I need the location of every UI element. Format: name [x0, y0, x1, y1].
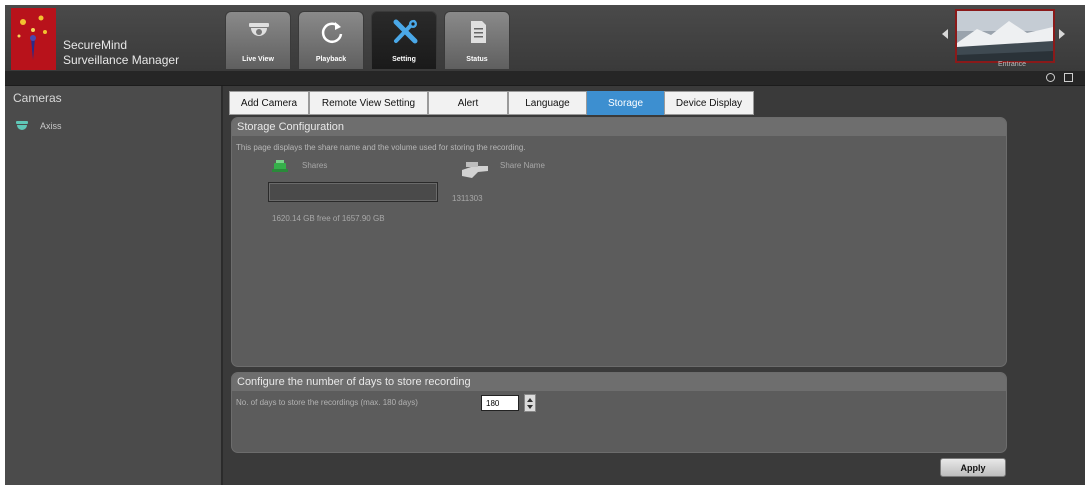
- sidebar-item-label: Axiss: [40, 121, 62, 131]
- free-space-text: 1620.14 GB free of 1657.90 GB: [272, 214, 385, 223]
- tab-label: Playback: [315, 56, 347, 63]
- storage-configuration-panel: Storage Configuration This page displays…: [231, 117, 1007, 367]
- tab-label: Live View: [242, 56, 274, 63]
- panel-title: Storage Configuration: [232, 118, 1006, 136]
- tab-label: Setting: [392, 56, 416, 63]
- preview-next-arrow[interactable]: [1059, 29, 1065, 39]
- logo: [11, 8, 56, 70]
- days-input[interactable]: [481, 395, 519, 411]
- sidebar: Cameras Axiss: [5, 86, 223, 485]
- window-icon[interactable]: [1064, 73, 1073, 82]
- storage-description: This page displays the share name and th…: [236, 143, 526, 152]
- header: SecureMind Surveillance Manager Live Vie…: [5, 5, 1085, 72]
- tab-language[interactable]: Language: [508, 91, 587, 115]
- camera-dome-icon: [249, 23, 269, 36]
- tab-add-camera[interactable]: Add Camera: [229, 91, 309, 115]
- days-label: No. of days to store the recordings (max…: [236, 398, 418, 407]
- share-hand-icon: [462, 162, 488, 178]
- setting-tabs: Add Camera Remote View Setting Alert Lan…: [229, 91, 754, 115]
- camera-preview[interactable]: [955, 9, 1055, 63]
- preview-label: Entrance: [998, 61, 1027, 68]
- spin-down-icon[interactable]: [527, 405, 533, 409]
- days-spinner[interactable]: [524, 394, 536, 412]
- tab-alert[interactable]: Alert: [428, 91, 508, 115]
- tab-setting[interactable]: Setting: [371, 11, 437, 69]
- tab-label: Status: [466, 56, 488, 63]
- share-name-value: 1311303: [452, 194, 483, 203]
- help-icon[interactable]: [1046, 73, 1055, 82]
- tab-live-view[interactable]: Live View: [225, 11, 291, 69]
- tab-storage[interactable]: Storage: [587, 91, 664, 115]
- spin-up-icon[interactable]: [527, 398, 533, 402]
- share-name-label: Share Name: [500, 161, 545, 170]
- panel-title: Configure the number of days to store re…: [232, 373, 1006, 391]
- brand-name: SecureMind Surveillance Manager: [63, 38, 179, 68]
- brand-line-1: SecureMind: [63, 38, 128, 52]
- shares-label: Shares: [302, 161, 328, 170]
- refresh-icon: [321, 22, 343, 43]
- apply-button[interactable]: Apply: [940, 458, 1006, 477]
- tab-remote-view-setting[interactable]: Remote View Setting: [309, 91, 428, 115]
- tab-status[interactable]: Status: [444, 11, 510, 69]
- camera-dome-icon: [16, 121, 28, 130]
- main-content: Add Camera Remote View Setting Alert Lan…: [223, 86, 1085, 485]
- shares-icon: [272, 160, 288, 172]
- brand-line-2: Surveillance Manager: [63, 53, 180, 67]
- app-window: SecureMind Surveillance Manager Live Vie…: [5, 5, 1085, 485]
- shares-select[interactable]: [268, 182, 438, 202]
- main-tabs: Live View Playback Setting Status: [225, 11, 510, 69]
- preview-prev-arrow[interactable]: [942, 29, 948, 39]
- retention-panel: Configure the number of days to store re…: [231, 372, 1007, 453]
- document-icon: [471, 21, 486, 43]
- tab-device-display[interactable]: Device Display: [664, 91, 754, 115]
- utility-bar: [5, 71, 1085, 86]
- sidebar-title: Cameras: [13, 91, 62, 105]
- tab-playback[interactable]: Playback: [298, 11, 364, 69]
- tools-icon: [393, 19, 418, 44]
